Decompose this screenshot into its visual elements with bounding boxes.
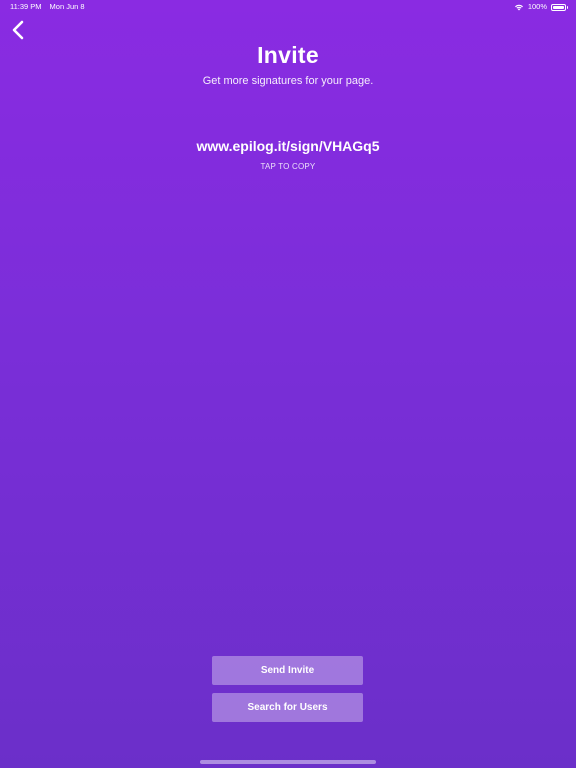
tap-to-copy-hint[interactable]: TAP TO COPY (0, 162, 576, 171)
status-time: 11:39 PM (10, 2, 42, 11)
battery-percent: 100% (527, 2, 547, 11)
invite-link[interactable]: www.epilog.it/sign/VHAGq5 (0, 138, 576, 154)
home-indicator (200, 760, 376, 764)
search-for-users-button[interactable]: Search for Users (212, 693, 363, 722)
page-title: Invite (257, 42, 319, 68)
status-bar: 11:39 PM Mon Jun 8 100% (0, 0, 576, 14)
chevron-left-icon (11, 20, 25, 45)
status-date: Mon Jun 8 (49, 2, 85, 11)
page-subtitle: Get more signatures for your page. (202, 75, 374, 87)
battery-icon (551, 3, 568, 11)
battery-fill (553, 5, 564, 9)
wifi-icon (514, 3, 524, 11)
back-button[interactable] (6, 20, 30, 44)
status-right: 100% (514, 0, 568, 14)
send-invite-button[interactable]: Send Invite (212, 656, 363, 685)
status-left: 11:39 PM Mon Jun 8 (10, 0, 85, 14)
